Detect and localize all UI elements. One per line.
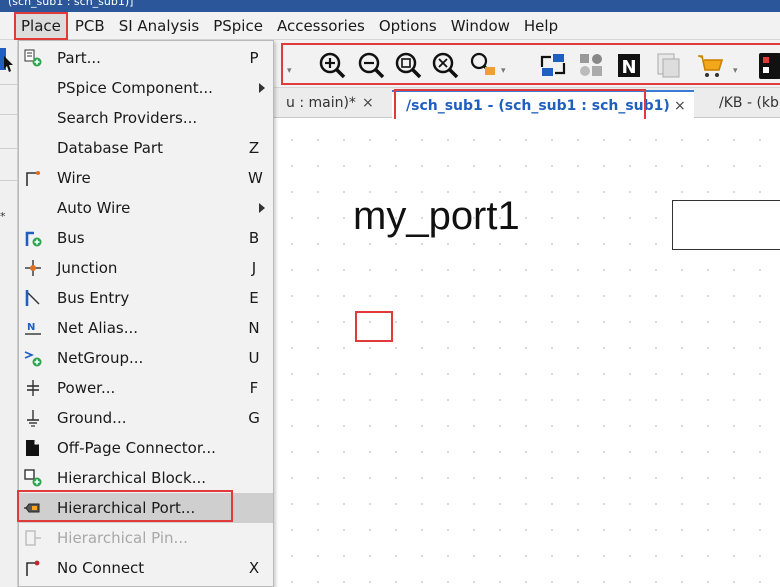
place-menu-database-part[interactable]: Database Part Z [19,133,273,163]
net-alias-icon: N [25,322,41,335]
menu-item-label: Off-Page Connector... [57,439,216,457]
menu-item-label: No Connect [57,559,145,577]
left-panel: * [0,40,18,587]
menu-item-shortcut: J [251,259,257,277]
window-title: (sch_sub1 : sch_sub1)] [8,0,134,8]
place-menu-netgroup[interactable]: NetGroup... U [19,343,273,373]
junction-icon [25,260,41,276]
menu-item-shortcut: Z [248,139,260,157]
svg-text:N: N [27,322,35,333]
menu-annotation-outline [17,490,233,522]
menu-item-label: PSpice Component... [57,79,213,97]
tab-kb[interactable]: /KB - (kb [719,88,779,118]
menu-item-shortcut: P [249,49,259,67]
modified-marker: * [0,210,6,223]
menu-item-label: Bus [57,229,85,247]
panel-divider [0,114,18,115]
place-menu-hierarchical-pin: Hierarchical Pin... [19,523,273,553]
hierarchical-block-icon [24,469,42,487]
place-menu-bus-entry[interactable]: Bus Entry E [19,283,273,313]
tab-annotation-outline [394,89,646,121]
place-menu-part[interactable]: Part... P [19,43,273,73]
bus-entry-icon [25,290,40,306]
menu-item-label: Junction [57,259,118,277]
place-menu-wire[interactable]: Wire W [19,163,273,193]
schematic-canvas[interactable] [273,119,780,587]
menu-bar: Place PCB SI Analysis PSpice Accessories… [0,11,780,40]
place-menu-net-alias[interactable]: N Net Alias... N [19,313,273,343]
place-menu-off-page-connector[interactable]: Off-Page Connector... [19,433,273,463]
menu-item-label: Ground... [57,409,127,427]
select-cursor-icon[interactable] [0,48,14,74]
menu-item-help[interactable]: Help [517,12,565,40]
port-placement-outline[interactable] [355,311,393,342]
menu-item-options[interactable]: Options [372,12,444,40]
menu-item-label: Wire [57,169,91,187]
menu-item-label: Bus Entry [57,289,130,307]
place-menu-pspice-component[interactable]: PSpice Component... [19,73,273,103]
submenu-arrow-icon [259,203,265,213]
part-icon [24,49,42,67]
place-menu-junction[interactable]: Junction J [19,253,273,283]
tab-main[interactable]: u : main)* [286,88,356,118]
menu-item-label: Search Providers... [57,109,198,127]
place-menu-ground[interactable]: Ground... G [19,403,273,433]
place-menu-search-providers[interactable]: Search Providers... [19,103,273,133]
panel-divider [0,180,18,181]
menu-item-pcb[interactable]: PCB [68,12,112,40]
menu-item-pspice[interactable]: PSpice [206,12,270,40]
place-menu-hierarchical-block[interactable]: Hierarchical Block... [19,463,273,493]
place-menu-power[interactable]: Power... F [19,373,273,403]
menu-item-label: Hierarchical Block... [57,469,207,487]
ground-icon [27,410,39,427]
main-toolbar: ▾ ▾ N ▾ [273,40,780,88]
no-connect-icon [26,560,40,576]
menu-item-accessories[interactable]: Accessories [270,12,372,40]
menu-item-label: Auto Wire [57,199,131,217]
menu-item-window[interactable]: Window [444,12,517,40]
menu-item-shortcut: X [248,559,260,577]
hierarchical-pin-icon [25,530,41,546]
menu-item-place[interactable]: Place [14,11,68,40]
menu-item-shortcut: U [248,349,260,367]
menu-item-label: Database Part [57,139,163,157]
submenu-arrow-icon [259,83,265,93]
menu-item-label: NetGroup... [57,349,144,367]
menu-item-label: Part... [57,49,101,67]
close-icon[interactable]: × [362,88,374,118]
menu-item-shortcut: N [248,319,260,337]
menu-item-edge [0,12,14,40]
place-menu-bus[interactable]: Bus B [19,223,273,253]
power-icon [27,380,39,396]
menu-item-shortcut: F [249,379,259,397]
window-title-bar: (sch_sub1 : sch_sub1)] [0,0,780,12]
place-menu-auto-wire[interactable]: Auto Wire [19,193,273,223]
bus-icon [25,231,42,247]
netgroup-icon [24,351,42,367]
menu-item-shortcut: G [248,409,260,427]
place-menu-no-connect[interactable]: No Connect X [19,553,273,583]
toolbar-annotation-outline [281,43,780,85]
close-icon[interactable]: × [674,92,686,120]
menu-item-label: Hierarchical Pin... [57,529,188,547]
panel-divider [0,84,18,85]
menu-item-shortcut: W [248,169,263,187]
menu-item-shortcut: B [248,229,260,247]
menu-item-label: Power... [57,379,116,397]
wire-icon [26,171,40,186]
off-page-connector-icon [26,440,39,456]
menu-item-shortcut: E [249,289,259,307]
menu-item-si-analysis[interactable]: SI Analysis [112,12,207,40]
panel-divider [0,148,18,149]
schematic-part[interactable] [672,200,780,250]
menu-item-label: Net Alias... [57,319,139,337]
port-label[interactable]: my_port1 [353,194,520,239]
